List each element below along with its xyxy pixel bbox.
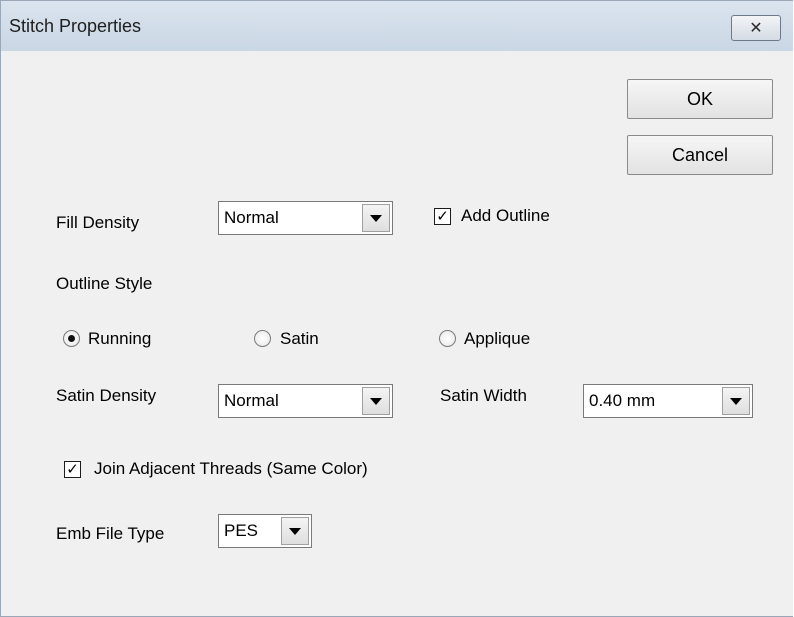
add-outline-label: Add Outline <box>461 206 550 225</box>
radio-running-label: Running <box>88 329 152 348</box>
join-adjacent-checkbox[interactable]: ✓ <box>64 461 81 478</box>
ok-button[interactable]: OK <box>627 79 773 119</box>
radio-applique[interactable] <box>439 330 456 347</box>
fill-density-select[interactable]: Normal <box>218 201 393 235</box>
satin-width-value: 0.40 mm <box>589 391 656 410</box>
stitch-properties-dialog: Stitch Properties ✕ OK Cancel Fill Densi… <box>0 0 793 617</box>
satin-width-select[interactable]: 0.40 mm <box>583 384 753 418</box>
window-title: Stitch Properties <box>9 16 142 36</box>
emb-file-type-label: Emb File Type <box>56 524 165 543</box>
cancel-button[interactable]: Cancel <box>627 135 773 175</box>
radio-applique-label: Applique <box>464 329 531 348</box>
satin-width-label: Satin Width <box>440 386 527 405</box>
radio-satin-label: Satin <box>280 329 319 348</box>
satin-density-label: Satin Density <box>56 386 157 405</box>
radio-satin[interactable] <box>254 330 271 347</box>
emb-file-type-value: PES <box>224 521 259 540</box>
close-icon: ✕ <box>749 20 763 37</box>
fill-density-value: Normal <box>224 208 279 227</box>
emb-file-type-select[interactable]: PES <box>218 514 312 548</box>
chevron-down-icon[interactable] <box>362 387 390 415</box>
chevron-down-icon[interactable] <box>281 517 309 545</box>
satin-density-value: Normal <box>224 391 279 410</box>
dialog-client-area: OK Cancel Fill Density Normal ✓ Add Outl… <box>11 51 793 616</box>
join-adjacent-label: Join Adjacent Threads (Same Color) <box>94 459 368 478</box>
cancel-button-label: Cancel <box>671 144 729 165</box>
satin-density-select[interactable]: Normal <box>218 384 393 418</box>
fill-density-label: Fill Density <box>56 213 140 232</box>
close-button[interactable]: ✕ <box>731 15 781 41</box>
chevron-down-icon[interactable] <box>722 387 750 415</box>
title-bar[interactable]: Stitch Properties ✕ <box>1 1 793 51</box>
outline-style-label: Outline Style <box>56 274 153 293</box>
add-outline-checkbox[interactable]: ✓ <box>434 208 451 225</box>
ok-button-label: OK <box>686 88 713 109</box>
radio-running[interactable] <box>63 330 80 347</box>
chevron-down-icon[interactable] <box>362 204 390 232</box>
